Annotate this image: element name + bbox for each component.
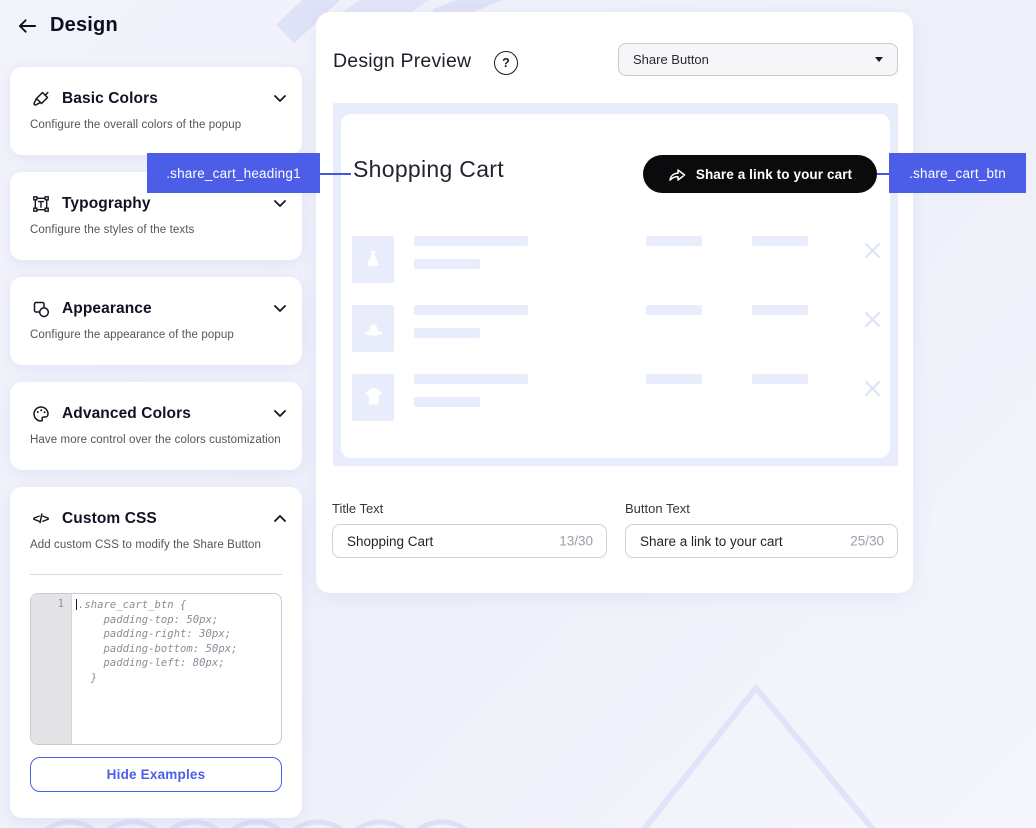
section-title: Appearance (62, 300, 263, 318)
skeleton-bar (414, 397, 480, 407)
css-example-code: .share_cart_btn { padding-top: 50px; pad… (78, 598, 277, 686)
button-selector-connector (877, 173, 889, 175)
editor-gutter: 1 (31, 594, 72, 744)
skeleton-bar (752, 305, 808, 315)
css-code-editor[interactable]: 1 .share_cart_btn { padding-top: 50px; p… (30, 593, 282, 745)
title-char-counter: 13/30 (559, 534, 593, 549)
section-title: Basic Colors (62, 90, 263, 108)
close-x-icon[interactable] (864, 311, 881, 328)
page-title: Design (50, 14, 118, 37)
item-thumbnail (352, 305, 394, 352)
hat-icon (362, 317, 385, 340)
shapes-icon (30, 298, 51, 319)
typography-frame-icon (30, 193, 51, 214)
back-button[interactable] (16, 15, 38, 37)
question-glyph: ? (502, 56, 510, 70)
close-x-icon[interactable] (864, 242, 881, 259)
design-preview-panel: Design Preview ? Share Button Shopping C… (316, 12, 913, 593)
chevron-down-icon (274, 95, 286, 102)
preview-element-dropdown[interactable]: Share Button (618, 43, 898, 76)
cart-heading: Shopping Cart (353, 156, 504, 183)
chevron-up-icon (274, 515, 286, 522)
heading-selector-badge: .share_cart_heading1 (147, 153, 320, 193)
section-card-appearance: Appearance Configure the appearance of t… (10, 277, 302, 365)
skeleton-bar (646, 305, 702, 315)
section-toggle-appearance[interactable]: Appearance (30, 298, 286, 319)
page-header: Design (16, 14, 118, 37)
section-title: Typography (62, 195, 263, 213)
section-toggle-custom-css[interactable]: </> Custom CSS (30, 508, 286, 529)
chevron-down-icon (274, 200, 286, 207)
paintbrush-icon (30, 88, 51, 109)
title-text-label: Title Text (332, 501, 383, 516)
button-selector-badge: .share_cart_btn (889, 153, 1026, 193)
design-page: Design Basic Colors Configure the overal… (0, 0, 1036, 828)
item-thumbnail (352, 374, 394, 421)
dress-icon (362, 249, 384, 271)
line-number: 1 (58, 598, 64, 610)
dropdown-selected-value: Share Button (633, 52, 875, 67)
skeleton-bar (414, 259, 480, 269)
palette-icon (30, 403, 51, 424)
section-description: Have more control over the colors custom… (30, 434, 288, 446)
section-description: Configure the styles of the texts (30, 224, 288, 236)
section-card-custom-css: </> Custom CSS Add custom CSS to modify … (10, 487, 302, 818)
button-char-counter: 25/30 (850, 534, 884, 549)
preview-frame: Shopping Cart Share a link to your cart (333, 103, 898, 466)
chevron-down-icon (274, 305, 286, 312)
cart-item-row (341, 236, 890, 283)
skeleton-bar (752, 374, 808, 384)
title-text-field-wrap: 13/30 (332, 524, 607, 558)
tshirt-icon (362, 386, 385, 409)
section-description: Add custom CSS to modify the Share Butto… (30, 539, 288, 551)
skeleton-bar (646, 236, 702, 246)
section-toggle-advanced-colors[interactable]: Advanced Colors (30, 403, 286, 424)
section-toggle-typography[interactable]: Typography (30, 193, 286, 214)
item-thumbnail (352, 236, 394, 283)
heading-selector-connector (320, 173, 351, 175)
caret-down-icon (875, 57, 883, 62)
hide-examples-button[interactable]: Hide Examples (30, 757, 282, 792)
share-cart-button[interactable]: Share a link to your cart (643, 155, 877, 193)
section-toggle-basic-colors[interactable]: Basic Colors (30, 88, 286, 109)
skeleton-bar (414, 305, 528, 315)
divider (30, 574, 282, 575)
cart-popup-preview: Shopping Cart Share a link to your cart (341, 114, 890, 458)
skeleton-bar (414, 374, 528, 384)
arrow-left-icon (17, 15, 38, 36)
share-arrow-icon (668, 167, 687, 182)
skeleton-bar (414, 328, 480, 338)
skeleton-bar (646, 374, 702, 384)
skeleton-bar (414, 236, 528, 246)
chevron-down-icon (274, 410, 286, 417)
button-text-label: Button Text (625, 501, 690, 516)
section-title: Advanced Colors (62, 405, 263, 423)
section-card-advanced-colors: Advanced Colors Have more control over t… (10, 382, 302, 470)
code-icon: </> (30, 508, 51, 529)
section-description: Configure the overall colors of the popu… (30, 119, 288, 131)
close-x-icon[interactable] (864, 380, 881, 397)
question-mark-icon[interactable]: ? (494, 51, 518, 75)
section-title: Custom CSS (62, 510, 263, 528)
section-card-basic-colors: Basic Colors Configure the overall color… (10, 67, 302, 155)
cart-item-row (341, 374, 890, 421)
section-description: Configure the appearance of the popup (30, 329, 288, 341)
panel-title: Design Preview (333, 50, 471, 73)
cart-item-row (341, 305, 890, 352)
skeleton-bar (752, 236, 808, 246)
button-text-field-wrap: 25/30 (625, 524, 898, 558)
share-button-label: Share a link to your cart (696, 167, 852, 182)
